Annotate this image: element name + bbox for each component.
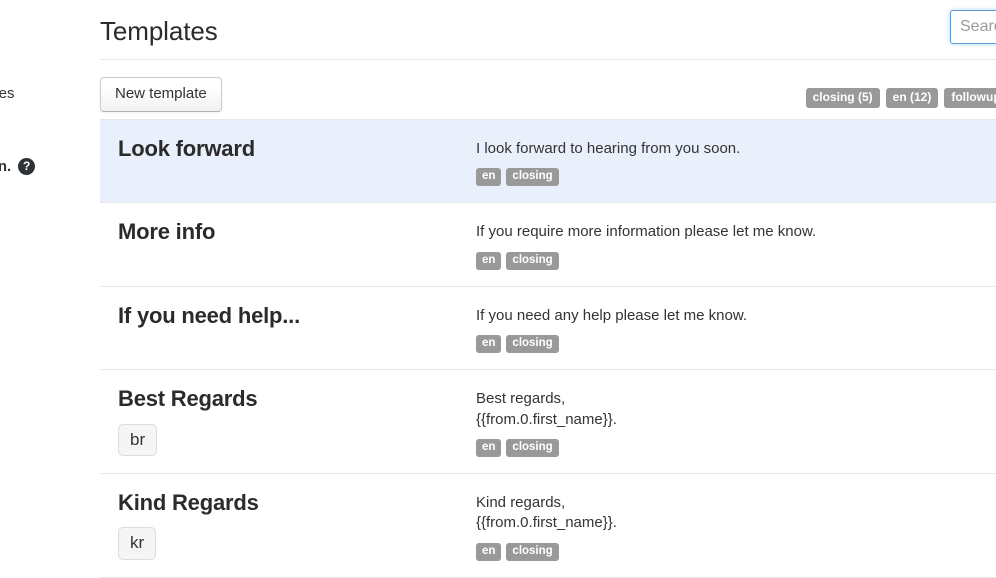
template-row[interactable]: Best Regards br Best regards, {{from.0.fir… — [100, 370, 996, 474]
tag-filter-list: closing (5)en (12)followup (2)gratitude — [806, 88, 996, 108]
template-body: If you require more information please l… — [476, 222, 996, 242]
template-title: Look forward — [118, 137, 476, 161]
template-tag[interactable]: en — [476, 335, 501, 353]
template-body: If you need any help please let me know. — [476, 306, 996, 326]
template-tag[interactable]: en — [476, 252, 501, 270]
template-row-left: Best Regards br — [118, 387, 476, 456]
sidebar-note: 0min. ? — [0, 158, 35, 175]
page-header: Templates — [100, 0, 996, 60]
template-tag[interactable]: en — [476, 543, 501, 561]
template-shortcut-badge: br — [118, 424, 157, 457]
question-mark-circle-icon[interactable]: ? — [18, 158, 35, 175]
template-row-right: If you need any help please let me know.… — [476, 304, 996, 353]
template-row-left: Kind Regards kr — [118, 491, 476, 560]
template-shortcut-badge: kr — [118, 527, 156, 560]
template-row[interactable]: More infoIf you require more information… — [100, 203, 996, 286]
search-container — [950, 10, 996, 44]
template-title: Best Regards — [118, 387, 476, 411]
template-tag-list: en closing — [476, 335, 996, 353]
template-row-left: More info — [118, 220, 476, 244]
template-body: Best regards, {{from.0.first_name}}. — [476, 389, 996, 430]
tag-filter[interactable]: closing (5) — [806, 88, 880, 108]
template-tag[interactable]: closing — [506, 335, 558, 353]
template-shortcut-wrap: br — [118, 412, 476, 457]
template-tag-list: en closing — [476, 252, 996, 270]
template-row-right: Best regards, {{from.0.first_name}}.encl… — [476, 387, 996, 457]
template-row-right: Kind regards, {{from.0.first_name}}.encl… — [476, 491, 996, 561]
tag-filter[interactable]: followup (2) — [944, 88, 996, 108]
template-tag-list: en closing — [476, 439, 996, 457]
sidebar-note-text: 0min. — [0, 158, 11, 175]
sidebar-item-templates[interactable]: mplates — [0, 85, 15, 102]
template-title: If you need help... — [118, 304, 476, 328]
template-shortcut-wrap: kr — [118, 515, 476, 560]
template-list: Look forwardI look forward to hearing fr… — [100, 119, 996, 578]
template-tag[interactable]: closing — [506, 439, 558, 457]
tag-filter[interactable]: en (12) — [886, 88, 939, 108]
template-tag-list: en closing — [476, 168, 996, 186]
template-tag[interactable]: closing — [506, 543, 558, 561]
template-tag-list: en closing — [476, 543, 996, 561]
toolbar: New template closing (5) en (12)followup … — [100, 60, 996, 119]
template-tag[interactable]: en — [476, 439, 501, 457]
new-template-button[interactable]: New template — [100, 77, 222, 112]
template-title: More info — [118, 220, 476, 244]
page-title: Templates — [100, 16, 218, 47]
template-tag[interactable]: closing — [506, 168, 558, 186]
template-row-left: Look forward — [118, 137, 476, 161]
template-row[interactable]: If you need help...If you need any help … — [100, 287, 996, 370]
template-tag[interactable]: closing — [506, 252, 558, 270]
template-tag[interactable]: en — [476, 168, 501, 186]
template-row-right: If you require more information please l… — [476, 220, 996, 269]
template-body: I look forward to hearing from you soon. — [476, 139, 996, 159]
template-row-right: I look forward to hearing from you soon.… — [476, 137, 996, 186]
main-content: Templates New template closing (5) en (12… — [100, 0, 996, 560]
templates-page: mplates 0min. ? Templates New template c… — [0, 0, 996, 560]
search-input[interactable] — [950, 10, 996, 44]
template-title: Kind Regards — [118, 491, 476, 515]
sidebar: mplates 0min. ? — [0, 0, 100, 560]
template-row-left: If you need help... — [118, 304, 476, 328]
template-row[interactable]: Kind Regards kr Kind regards, {{from.0.fir… — [100, 474, 996, 578]
template-body: Kind regards, {{from.0.first_name}}. — [476, 493, 996, 534]
template-row[interactable]: Look forwardI look forward to hearing fr… — [100, 120, 996, 203]
